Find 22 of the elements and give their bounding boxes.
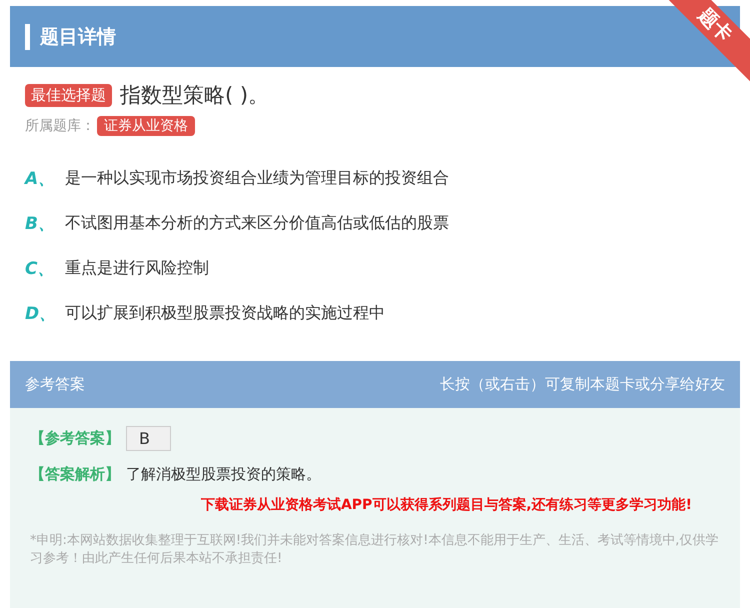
analysis-label: 【答案解析】: [30, 465, 120, 484]
bank-label: 所属题库：: [25, 117, 95, 135]
bank-tag[interactable]: 证券从业资格: [97, 116, 195, 136]
share-hint: 长按（或右击）可复制本题卡或分享给好友: [440, 375, 725, 394]
question-text: 指数型策略( )。: [120, 82, 270, 109]
option-text: 不试图用基本分析的方式来区分价值高估或低估的股票: [65, 213, 449, 234]
question-type-tag: 最佳选择题: [25, 84, 112, 106]
promo-link[interactable]: 下载证券从业资格考试APP可以获得系列题目与答案,还有练习等更多学习功能!: [30, 496, 722, 514]
option-letter: B、: [25, 213, 56, 235]
answer-label: 【参考答案】: [30, 429, 120, 448]
option-letter: D、: [25, 303, 58, 325]
option-text: 重点是进行风险控制: [65, 258, 209, 279]
analysis-text: 了解消极型股票投资的策略。: [126, 465, 321, 484]
option-letter: A、: [25, 168, 56, 190]
disclaimer-text: *申明:本网站数据收集整理于互联网!我们并未能对答案信息进行核对!本信息不能用于生产、生活、考试等情境中,仅供学习参考！由此产生任何后果本站不承担责任!: [30, 532, 720, 568]
accent-bar: [25, 24, 30, 50]
option-letter: C、: [25, 258, 56, 280]
answer-title: 参考答案: [25, 375, 85, 394]
answer-value: B: [126, 426, 171, 451]
option-text: 可以扩展到积极型股票投资战略的实施过程中: [65, 303, 385, 324]
section-title: 题目详情: [40, 24, 116, 50]
option-text: 是一种以实现市场投资组合业绩为管理目标的投资组合: [65, 168, 449, 189]
